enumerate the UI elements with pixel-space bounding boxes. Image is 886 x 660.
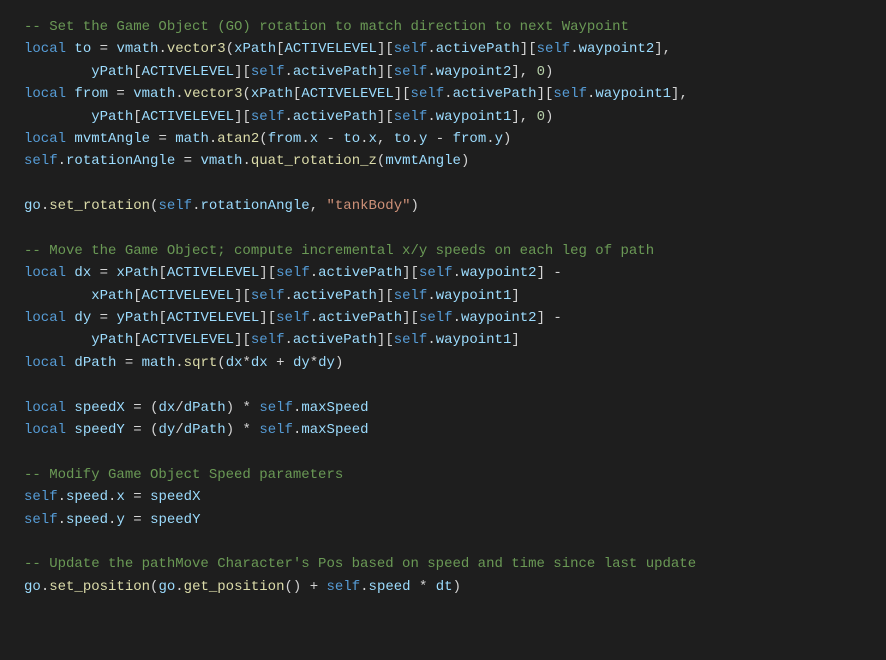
func: vector3 [167, 41, 226, 57]
code-line: local speedX = (dx/dPath) * self.maxSpee… [24, 397, 862, 419]
comment: -- Update the pathMove Character's Pos b… [24, 556, 696, 572]
code-line: -- Modify Game Object Speed parameters [24, 464, 862, 486]
code-line: go.set_position(go.get_position() + self… [24, 576, 862, 598]
code-line: local dy = yPath[ACTIVELEVEL][self.activ… [24, 307, 862, 329]
code-line: -- Set the Game Object (GO) rotation to … [24, 16, 862, 38]
code-line [24, 173, 862, 195]
code-line: local speedY = (dy/dPath) * self.maxSpee… [24, 419, 862, 441]
comment: -- Modify Game Object Speed parameters [24, 467, 343, 483]
code-block: -- Set the Game Object (GO) rotation to … [24, 16, 862, 598]
obj: vmath [116, 41, 158, 57]
code-line [24, 218, 862, 240]
code-line: -- Move the Game Object; compute increme… [24, 240, 862, 262]
code-line: self.speed.x = speedX [24, 486, 862, 508]
code-line [24, 531, 862, 553]
comment: -- Move the Game Object; compute increme… [24, 243, 654, 259]
code-line: local mvmtAngle = math.atan2(from.x - to… [24, 128, 862, 150]
code-line: local to = vmath.vector3(xPath[ACTIVELEV… [24, 38, 862, 60]
code-line: xPath[ACTIVELEVEL][self.activePath][self… [24, 285, 862, 307]
code-line: yPath[ACTIVELEVEL][self.activePath][self… [24, 329, 862, 351]
var: to [74, 41, 91, 57]
comment: -- Set the Game Object (GO) rotation to … [24, 19, 629, 35]
code-line: -- Update the pathMove Character's Pos b… [24, 553, 862, 575]
code-line: yPath[ACTIVELEVEL][self.activePath][self… [24, 61, 862, 83]
code-line [24, 441, 862, 463]
code-line: local dPath = math.sqrt(dx*dx + dy*dy) [24, 352, 862, 374]
code-line: go.set_rotation(self.rotationAngle, "tan… [24, 195, 862, 217]
code-line: self.rotationAngle = vmath.quat_rotation… [24, 150, 862, 172]
code-line: local dx = xPath[ACTIVELEVEL][self.activ… [24, 262, 862, 284]
code-line: local from = vmath.vector3(xPath[ACTIVEL… [24, 83, 862, 105]
code-line: self.speed.y = speedY [24, 509, 862, 531]
code-line: yPath[ACTIVELEVEL][self.activePath][self… [24, 106, 862, 128]
code-line [24, 374, 862, 396]
keyword: local [24, 41, 66, 57]
